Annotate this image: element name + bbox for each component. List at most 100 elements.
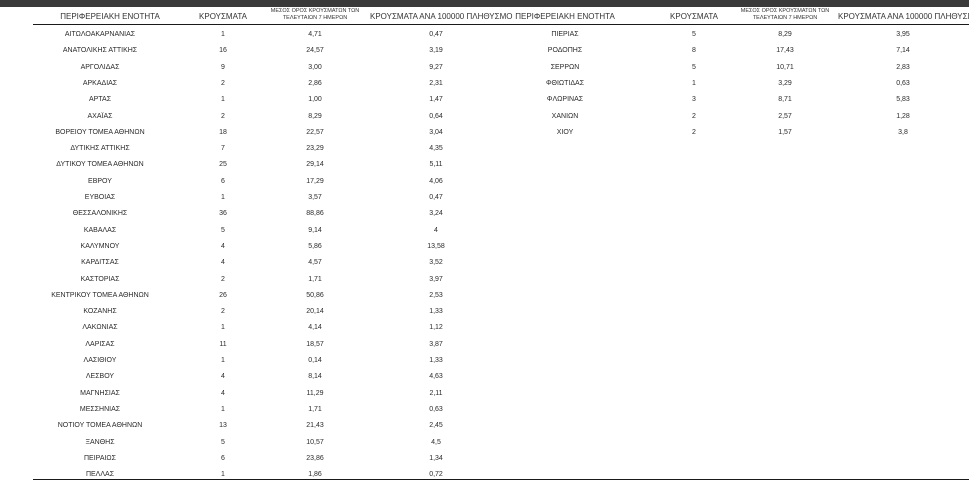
cases-cell: 1: [221, 324, 225, 332]
rate-cell: 3,52: [429, 259, 443, 267]
region-cell: ΚΑΛΥΜΝΟΥ: [80, 242, 120, 250]
avg-cell: 4,57: [308, 259, 322, 267]
table-row: ΚΑΡΔΙΤΣΑΣ 4 4,57 3,52: [0, 259, 969, 275]
header-cases-2: ΚΡΟΥΣΜΑΤΑ: [670, 12, 718, 21]
cases-cell: 26: [219, 291, 227, 299]
header-avg: ΜΕΣΟΣ ΟΡΟΣ ΚΡΟΥΣΜΑΤΩΝ ΤΩΝ ΤΕΛΕΥΤΑΙΩΝ 7 Η…: [270, 8, 360, 21]
avg-cell: 18,57: [306, 340, 324, 348]
region-cell: ΠΙΕΡΙΑΣ: [551, 31, 579, 38]
rate-cell: 4: [434, 226, 438, 234]
cases-cell: 2: [221, 308, 225, 316]
avg-cell: 1,57: [778, 128, 792, 136]
avg-cell: 1,71: [308, 275, 322, 283]
table-row: ΣΕΡΡΩΝ 5 10,71 2,83: [0, 64, 969, 80]
cases-cell: 5: [692, 31, 696, 38]
avg-cell: 10,71: [776, 63, 794, 71]
region-cell: ΦΛΩΡΙΝΑΣ: [546, 96, 584, 104]
cases-cell: 4: [221, 389, 225, 397]
rate-cell: 4,63: [429, 373, 443, 381]
region-cell: ΔΥΤΙΚΗΣ ΑΤΤΙΚΗΣ: [70, 145, 130, 153]
rate-cell: 1,34: [429, 454, 443, 462]
avg-cell: 8,14: [308, 373, 322, 381]
region-cell: ΛΑΡΙΣΑΣ: [85, 340, 115, 348]
cases-cell: 11: [219, 340, 227, 348]
table-row: ΛΑΡΙΣΑΣ 11 18,57 3,87: [0, 341, 969, 357]
avg-cell: 21,43: [306, 422, 324, 430]
rate-cell: 0,63: [896, 79, 910, 87]
region-cell: ΞΑΝΘΗΣ: [85, 438, 115, 446]
region-cell: ΛΕΣΒΟΥ: [85, 373, 115, 381]
avg-cell: 1,86: [308, 471, 322, 479]
cases-cell: 5: [221, 226, 225, 234]
cases-cell: 5: [692, 63, 696, 71]
table-row: ΦΛΩΡΙΝΑΣ 3 8,71 5,83: [0, 96, 969, 112]
table-row: ΛΑΚΩΝΙΑΣ 1 4,14 1,12: [0, 324, 969, 340]
cases-cell: 2: [692, 112, 696, 120]
top-bar: [0, 0, 969, 7]
table-row: ΜΕΣΣΗΝΙΑΣ 1 1,71 0,63: [0, 406, 969, 422]
cases-cell: 1: [221, 405, 225, 413]
rate-cell: 3,8: [898, 128, 908, 136]
avg-cell: 3,29: [778, 79, 792, 87]
avg-cell: 17,29: [306, 177, 324, 185]
avg-cell: 10,57: [306, 438, 324, 446]
cases-cell: 1: [692, 79, 696, 87]
cases-cell: 1: [221, 357, 225, 364]
region-cell: ΧΑΝΙΩΝ: [551, 112, 579, 120]
table-row: ΚΑΛΥΜΝΟΥ 4 5,86 13,58: [0, 243, 969, 259]
table-row: ΔΥΤΙΚΟΥ ΤΟΜΕΑ ΑΘΗΝΩΝ 25 29,14 5,11: [0, 161, 969, 177]
table-row: ΕΥΒΟΙΑΣ 1 3,57 0,47: [0, 194, 969, 210]
cases-cell: 3: [692, 96, 696, 104]
cases-cell: 4: [221, 373, 225, 381]
cases-cell: 1: [221, 471, 225, 479]
cases-cell: 8: [692, 47, 696, 55]
cases-cell: 6: [221, 177, 225, 185]
region-cell: ΡΟΔΟΠΗΣ: [547, 47, 583, 55]
avg-cell: 29,14: [306, 161, 324, 169]
table-row: ΛΑΣΙΘΙΟΥ 1 0,14 1,33: [0, 357, 969, 373]
cases-cell: 25: [219, 161, 227, 169]
table-row: ΝΟΤΙΟΥ ΤΟΜΕΑ ΑΘΗΝΩΝ 13 21,43 2,45: [0, 422, 969, 438]
header-rule: [33, 24, 969, 25]
avg-cell: 5,86: [308, 242, 322, 250]
avg-cell: 50,86: [306, 291, 324, 299]
table-row: ΧΑΝΙΩΝ 2 2,57 1,28: [0, 113, 969, 129]
table-row: ΠΕΙΡΑΙΩΣ 6 23,86 1,34: [0, 455, 969, 471]
rate-cell: 13,58: [427, 242, 445, 250]
table-row: ΚΟΖΑΝΗΣ 2 20,14 1,33: [0, 308, 969, 324]
table-row: ΘΕΣΣΑΛΟΝΙΚΗΣ 36 88,86 3,24: [0, 210, 969, 226]
rate-cell: 2,53: [429, 291, 443, 299]
table-row: ΕΒΡΟΥ 6 17,29 4,06: [0, 178, 969, 194]
rate-cell: 0,72: [429, 471, 443, 479]
rate-cell: 7,14: [896, 47, 910, 55]
table-row: ΜΑΓΝΗΣΙΑΣ 4 11,29 2,11: [0, 390, 969, 406]
header-rate-2: ΚΡΟΥΣΜΑΤΑ ΑΝΑ 100000 ΠΛΗΘΥΣΜΟ: [838, 12, 969, 21]
avg-cell: 8,29: [778, 31, 792, 38]
region-cell: ΚΑΡΔΙΤΣΑΣ: [81, 259, 119, 267]
avg-cell: 0,14: [308, 357, 322, 364]
region-cell: ΣΕΡΡΩΝ: [550, 63, 580, 71]
table-row: ΡΟΔΟΠΗΣ 8 17,43 7,14: [0, 47, 969, 63]
avg-cell: 11,29: [306, 389, 324, 397]
rate-cell: 4,5: [431, 438, 441, 446]
table-row: ΧΙΟΥ 2 1,57 3,8: [0, 129, 969, 145]
header-region: ΠΕΡΙΦΕΡΕΙΑΚΗ ΕΝΟΤΗΤΑ: [60, 12, 160, 21]
cases-cell: 4: [221, 259, 225, 267]
region-cell: ΘΕΣΣΑΛΟΝΙΚΗΣ: [72, 210, 128, 218]
avg-cell: 23,86: [306, 454, 324, 462]
rate-cell: 4,06: [429, 177, 443, 185]
region-cell: ΜΑΓΝΗΣΙΑΣ: [80, 389, 120, 397]
avg-cell: 4,14: [308, 324, 322, 332]
rate-cell: 2,83: [896, 63, 910, 71]
rate-cell: 5,83: [896, 96, 910, 104]
rate-cell: 0,63: [429, 405, 443, 413]
header-cases: ΚΡΟΥΣΜΑΤΑ: [199, 12, 247, 21]
region-cell: ΕΥΒΟΙΑΣ: [84, 194, 116, 201]
region-cell: ΜΕΣΣΗΝΙΑΣ: [79, 405, 121, 413]
region-cell: ΚΑΒΑΛΑΣ: [83, 226, 117, 234]
rate-cell: 4,35: [429, 145, 443, 153]
table-row: ΚΕΝΤΡΙΚΟΥ ΤΟΜΕΑ ΑΘΗΝΩΝ 26 50,86 2,53: [0, 292, 969, 308]
table-row: ΚΑΒΑΛΑΣ 5 9,14 4: [0, 227, 969, 243]
table-row: ΚΑΣΤΟΡΙΑΣ 2 1,71 3,97: [0, 276, 969, 292]
rate-cell: 2,11: [429, 389, 443, 397]
